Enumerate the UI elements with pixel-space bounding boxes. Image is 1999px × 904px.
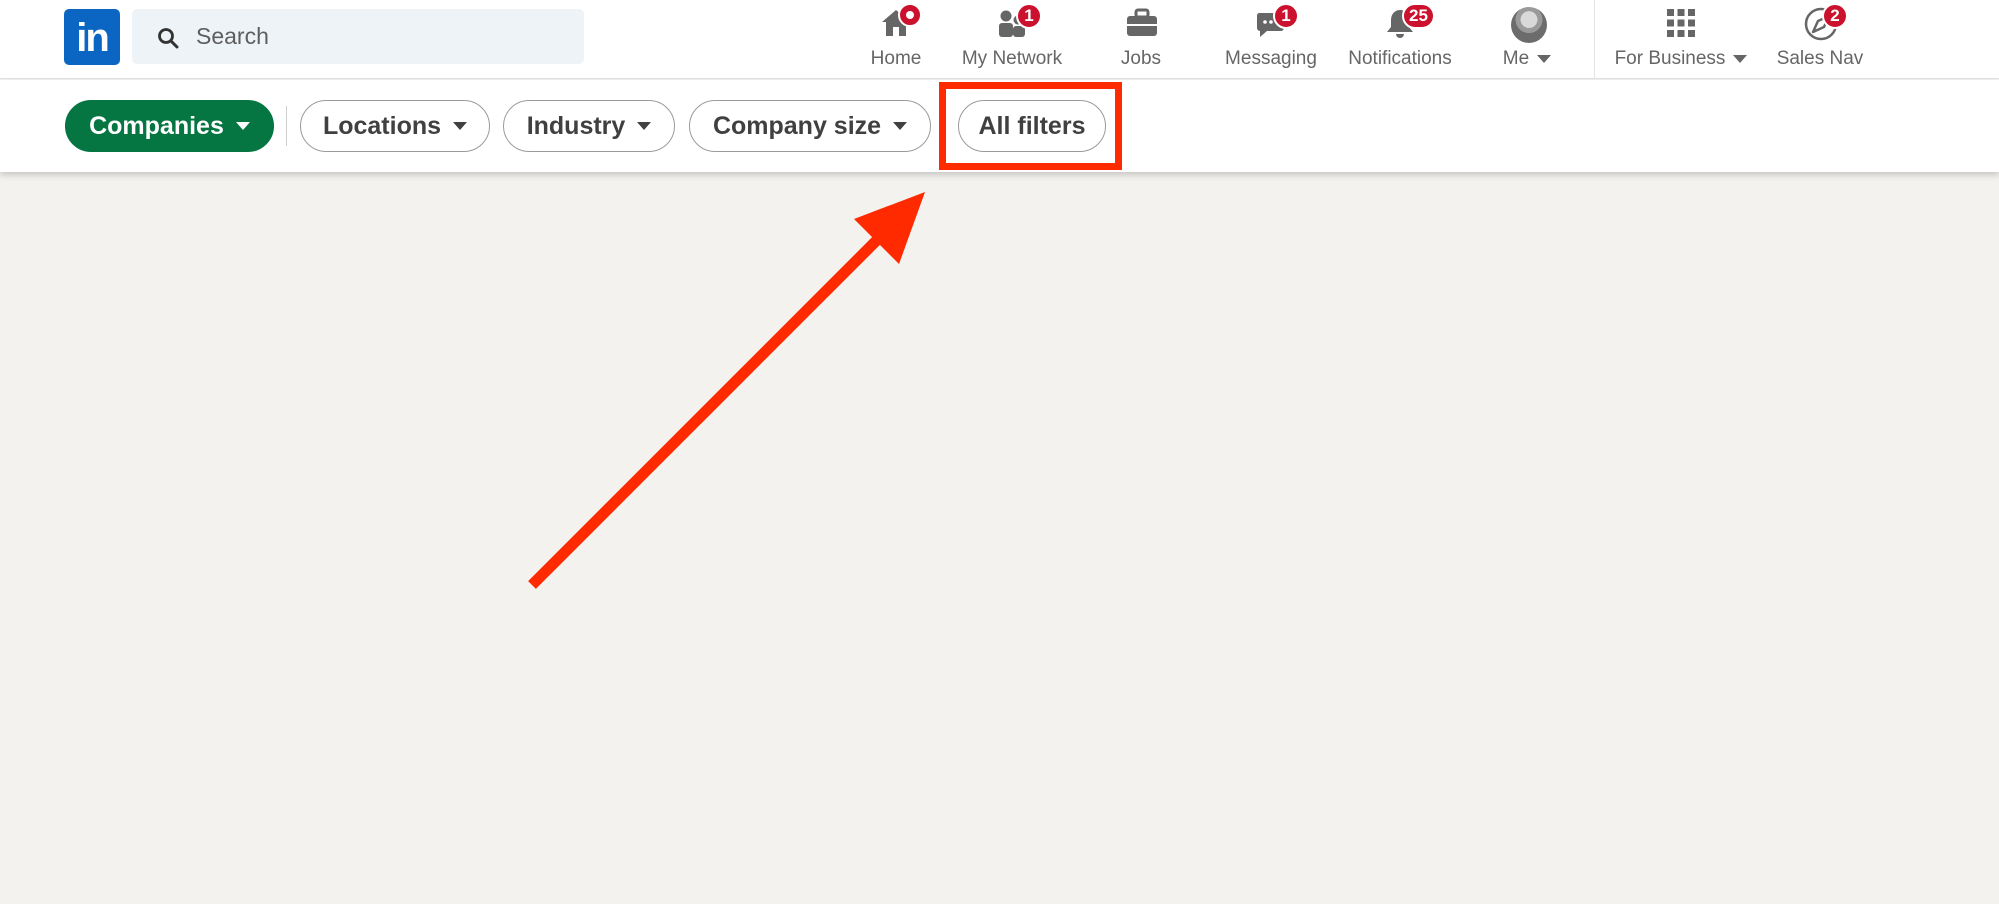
annotation-arrow (528, 192, 925, 589)
